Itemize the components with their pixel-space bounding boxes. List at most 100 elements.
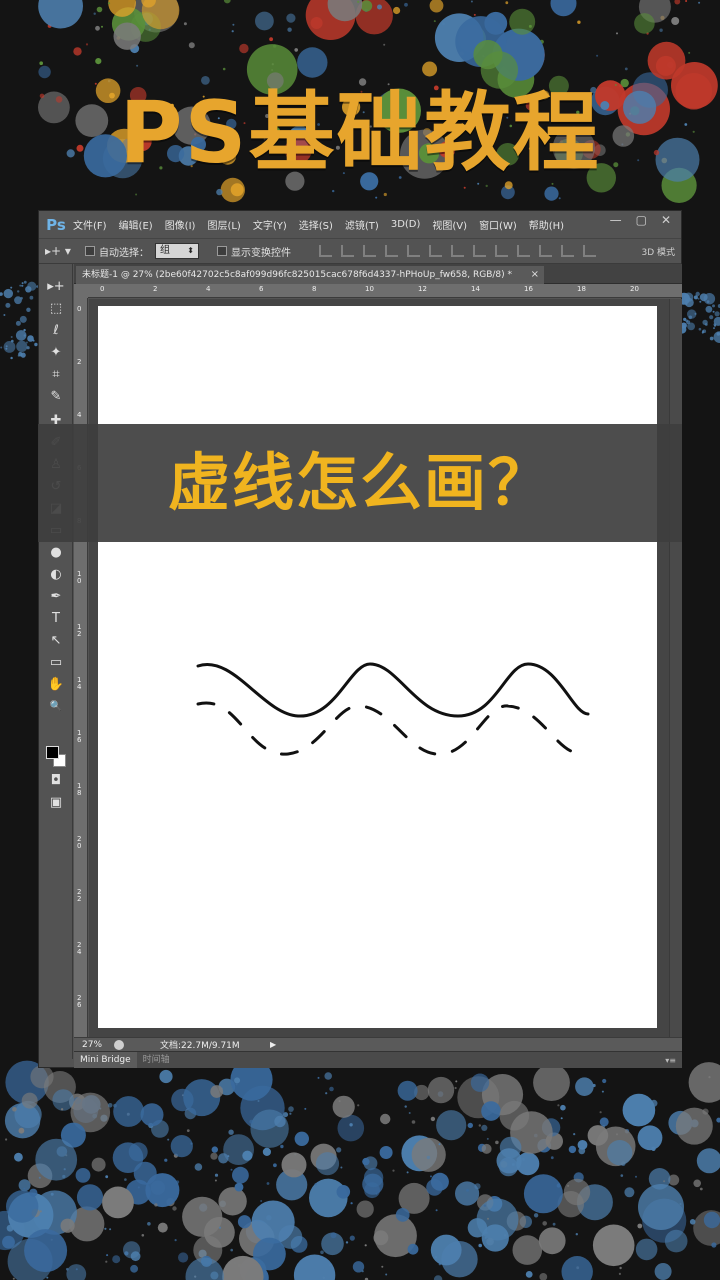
restore-icon[interactable]: ▢ xyxy=(636,213,647,227)
distribute-top-icon[interactable] xyxy=(451,245,464,257)
menu-layer[interactable]: 图层(L) xyxy=(207,217,240,232)
paint-drop xyxy=(228,1129,234,1135)
status-menu-arrow-icon[interactable]: ▶ xyxy=(270,1040,276,1049)
paint-drop xyxy=(38,0,83,29)
zoom-tool-icon[interactable]: 🔍 xyxy=(47,698,65,716)
blur-tool-icon[interactable]: ● xyxy=(47,544,65,562)
eyedropper-tool-icon[interactable]: ✎ xyxy=(47,388,65,406)
document-tab[interactable]: 未标题-1 @ 27% (2be60f42702c5c8af099d96fc82… xyxy=(76,266,544,284)
paint-drop xyxy=(182,1196,223,1237)
zoom-level[interactable]: 27% xyxy=(74,1040,114,1050)
paint-drop xyxy=(14,1152,23,1162)
vertical-ruler[interactable]: 02468101214161820222426 xyxy=(74,298,88,1048)
hand-tool-icon[interactable]: ✋ xyxy=(47,676,65,694)
distribute-vcenter-icon[interactable] xyxy=(473,245,486,257)
paint-drop xyxy=(427,1076,455,1104)
align-right-icon[interactable] xyxy=(429,245,442,257)
close-icon[interactable]: ✕ xyxy=(661,213,671,227)
menu-file[interactable]: 文件(F) xyxy=(73,217,107,232)
paint-drop xyxy=(249,1119,254,1124)
menu-help[interactable]: 帮助(H) xyxy=(529,217,564,232)
paint-drop xyxy=(15,320,21,326)
ruler-h-tick: 0 xyxy=(100,285,105,293)
paint-drop xyxy=(478,1124,481,1127)
menu-type[interactable]: 文字(Y) xyxy=(253,217,287,232)
menu-window[interactable]: 窗口(W) xyxy=(479,217,517,232)
tab-close-icon[interactable]: × xyxy=(531,266,539,284)
paint-drop xyxy=(332,1095,355,1118)
paint-drop xyxy=(26,307,31,312)
paint-drop xyxy=(214,1173,219,1177)
align-top-icon[interactable] xyxy=(319,245,332,257)
lasso-tool-icon[interactable]: ℓ xyxy=(47,322,65,340)
paint-drop xyxy=(107,2,111,5)
magic-wand-tool-icon[interactable]: ✦ xyxy=(47,344,65,362)
minimize-icon[interactable]: — xyxy=(610,213,622,227)
menu-image[interactable]: 图像(I) xyxy=(165,217,196,232)
paint-drop xyxy=(38,1176,41,1179)
paint-drop xyxy=(294,1131,309,1147)
paint-drop xyxy=(620,1174,624,1177)
shape-tool-icon[interactable]: ▭ xyxy=(47,654,65,672)
distribute-bottom-icon[interactable] xyxy=(495,245,508,257)
align-hcenter-icon[interactable] xyxy=(407,245,420,257)
marquee-tool-icon[interactable]: ⬚ xyxy=(47,300,65,318)
menu-select[interactable]: 选择(S) xyxy=(299,217,333,232)
paint-drop xyxy=(495,1140,499,1145)
align-left-icon[interactable] xyxy=(385,245,398,257)
status-info-icon[interactable] xyxy=(114,1039,124,1050)
menu-view[interactable]: 视图(V) xyxy=(432,217,467,232)
paint-drop xyxy=(230,1248,233,1252)
show-transform-checkbox[interactable] xyxy=(217,246,227,256)
menu-edit[interactable]: 编辑(E) xyxy=(119,217,153,232)
paint-drop xyxy=(76,1184,104,1211)
paint-drop xyxy=(624,1187,635,1198)
align-bottom-icon[interactable] xyxy=(363,245,376,257)
distribute-hcenter-icon[interactable] xyxy=(539,245,552,257)
screen-mode-icon[interactable]: ▣ xyxy=(47,794,65,812)
quick-mask-icon[interactable]: ◘ xyxy=(47,772,65,790)
distribute-left-icon[interactable] xyxy=(517,245,530,257)
auto-align-icon[interactable] xyxy=(583,245,596,257)
dodge-tool-icon[interactable]: ◐ xyxy=(47,566,65,584)
paint-drop xyxy=(392,1169,395,1172)
paint-drop xyxy=(10,286,13,289)
auto-select-dropdown[interactable]: 组 ⬍ xyxy=(155,243,199,259)
document-canvas[interactable] xyxy=(98,306,657,1028)
paint-drop xyxy=(616,32,618,35)
pen-tool-icon[interactable]: ✒ xyxy=(47,588,65,606)
auto-select-value: 组 xyxy=(160,245,170,256)
type-tool-icon[interactable]: T xyxy=(47,610,65,628)
tab-timeline[interactable]: 时间轴 xyxy=(137,1052,176,1068)
tab-mini-bridge[interactable]: Mini Bridge xyxy=(74,1052,137,1068)
foreground-color-swatch[interactable] xyxy=(46,746,59,759)
ruler-h-tick: 6 xyxy=(259,285,264,293)
move-tool-preset-icon[interactable]: ▸+ ▾ xyxy=(45,244,85,258)
menu-3d[interactable]: 3D(D) xyxy=(391,219,421,230)
horizontal-ruler[interactable]: 0 2 4 6 8 10 12 14 16 18 20 xyxy=(88,284,682,298)
menu-filter[interactable]: 滤镜(T) xyxy=(345,217,379,232)
crop-tool-icon[interactable]: ⌗ xyxy=(47,366,65,384)
panel-menu-icon[interactable]: ▾≡ xyxy=(665,1056,676,1065)
distribute-right-icon[interactable] xyxy=(561,245,574,257)
ruler-v-tick: 0 xyxy=(77,305,82,313)
path-select-tool-icon[interactable]: ↖ xyxy=(47,632,65,650)
paint-drop xyxy=(695,291,700,297)
vertical-scrollbar[interactable] xyxy=(669,299,682,1048)
paint-drop xyxy=(287,27,292,32)
paint-drop xyxy=(66,1264,87,1280)
move-tool-icon[interactable]: ▸+ xyxy=(47,278,65,296)
auto-select-checkbox[interactable] xyxy=(85,246,95,256)
paint-drop xyxy=(395,1208,410,1222)
paint-drop xyxy=(404,1105,407,1108)
paint-drop xyxy=(474,1183,481,1190)
paint-drop xyxy=(430,1175,432,1178)
paint-drop xyxy=(377,4,382,10)
menu-items: 文件(F) 编辑(E) 图像(I) 图层(L) 文字(Y) 选择(S) 滤镜(T… xyxy=(73,217,576,232)
canvas-area[interactable] xyxy=(89,299,669,1048)
align-vcenter-icon[interactable] xyxy=(341,245,354,257)
paint-drop xyxy=(2,1235,15,1249)
paint-drop xyxy=(130,1251,141,1262)
paint-drop xyxy=(257,1100,260,1102)
paint-drop xyxy=(430,1172,449,1191)
